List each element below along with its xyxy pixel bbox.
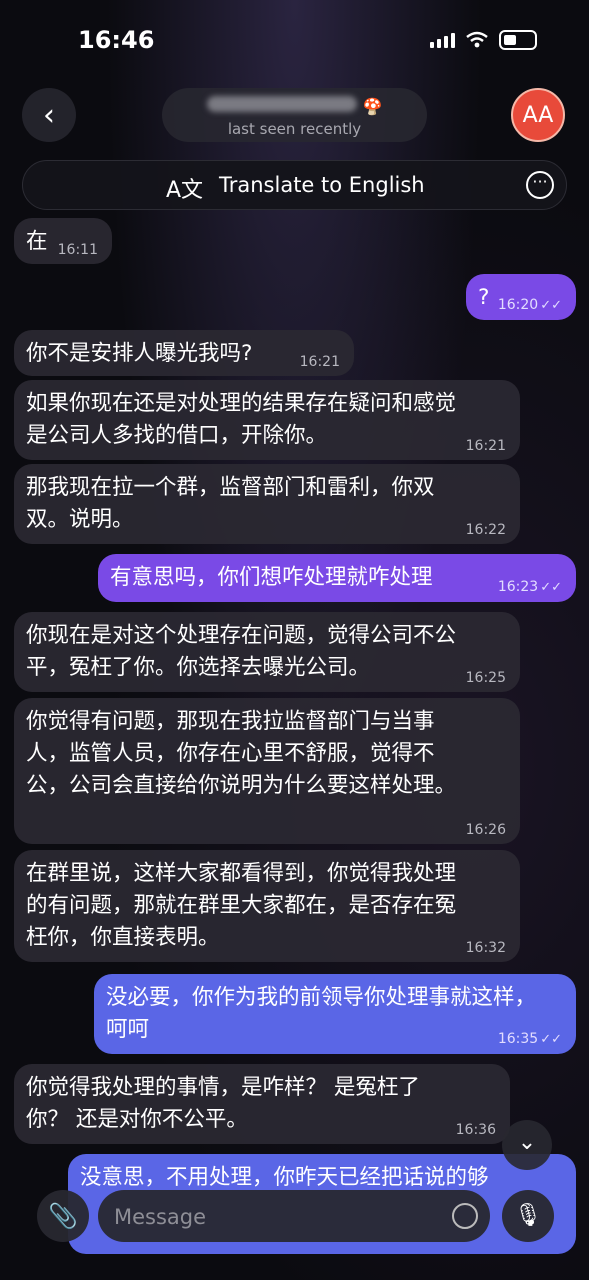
chevron-left-icon: ‹ <box>43 97 55 133</box>
message-time: 16:20 <box>497 297 539 313</box>
message-bubble[interactable]: 没必要，你作为我的前领导你处理事就这样，呵呵 16:35 ✓✓ <box>94 974 576 1054</box>
message-bubble[interactable]: ? 16:20 ✓✓ <box>466 274 576 320</box>
voice-message-button[interactable]: 🎙 <box>502 1190 554 1242</box>
battery-icon <box>499 30 537 50</box>
message-time: 16:36 <box>455 1122 496 1138</box>
status-icons <box>430 30 537 50</box>
message-text: 在 <box>26 229 48 254</box>
cellular-signal-icon <box>430 32 455 48</box>
message-input[interactable] <box>112 1202 436 1232</box>
message-text: 那我现在拉一个群，监督部门和雷利，你双双。说明。 <box>26 475 435 532</box>
scroll-down-button[interactable]: ⌄ <box>502 1120 552 1170</box>
message-time: 16:11 <box>57 242 98 258</box>
message-composer: 📎 🎙 <box>0 1180 589 1280</box>
message-bubble[interactable]: 如果你现在还是对处理的结果存在疑问和感觉是公司人多找的借口，开除你。 16:21 <box>14 380 520 460</box>
message-bubble[interactable]: 你不是安排人曝光我吗? 16:21 <box>14 330 354 376</box>
message-text: ? <box>478 285 490 310</box>
message-input-container[interactable] <box>98 1190 490 1242</box>
last-seen-status: last seen recently <box>227 120 362 138</box>
back-button[interactable]: ‹ <box>22 88 76 142</box>
message-text: 你觉得我处理的事情，是咋样？ 是冤枉了你？ 还是对你不公平。 <box>26 1075 420 1132</box>
message-text: 你不是安排人曝光我吗? <box>26 341 253 366</box>
message-bubble[interactable]: 在群里说，这样大家都看得到，你觉得我处理的有问题，那就在群里大家都在，是否存在冤… <box>14 850 520 962</box>
message-text: 有意思吗，你们想咋处理就咋处理 <box>110 565 433 590</box>
message-bubble[interactable]: 在 16:11 <box>14 218 112 264</box>
more-options-icon[interactable]: ··· <box>526 171 554 199</box>
chat-title[interactable]: 🍄 last seen recently <box>162 88 427 142</box>
status-time: 16:46 <box>78 26 155 54</box>
message-bubble[interactable]: 有意思吗，你们想咋处理就咋处理 16:23 ✓✓ <box>98 554 576 602</box>
read-check-icon: ✓✓ <box>540 580 562 595</box>
message-bubble[interactable]: 你觉得我处理的事情，是咋样？ 是冤枉了你？ 还是对你不公平。 16:36 <box>14 1064 510 1144</box>
message-time: 16:21 <box>465 438 506 454</box>
message-bubble[interactable]: 那我现在拉一个群，监督部门和雷利，你双双。说明。 16:22 <box>14 464 520 544</box>
message-time: 16:21 <box>299 354 340 370</box>
message-text: 如果你现在还是对处理的结果存在疑问和感觉是公司人多找的借口，开除你。 <box>26 391 457 448</box>
message-time: 16:26 <box>465 822 506 838</box>
sticker-icon[interactable] <box>452 1203 478 1229</box>
chat-header: ‹ 🍄 last seen recently AA <box>0 88 589 148</box>
attach-button[interactable]: 📎 <box>37 1190 89 1242</box>
mushroom-icon: 🍄 <box>362 97 383 116</box>
message-text: 你现在是对这个处理存在问题，觉得公司不公平，冤枉了你。你选择去曝光公司。 <box>26 623 457 680</box>
read-check-icon: ✓✓ <box>540 1032 562 1047</box>
translate-icon: A文 <box>166 178 204 203</box>
message-time: 16:25 <box>465 670 506 686</box>
status-bar: 16:46 <box>0 0 589 80</box>
microphone-icon: 🎙 <box>514 1203 542 1228</box>
message-time: 16:22 <box>465 522 506 538</box>
message-bubble[interactable]: 你觉得有问题，那现在我拉监督部门与当事人，监管人员，你存在心里不舒服，觉得不公，… <box>14 698 520 844</box>
chevron-down-icon: ⌄ <box>517 1130 537 1155</box>
read-check-icon: ✓✓ <box>540 298 562 313</box>
paperclip-icon: 📎 <box>48 1202 78 1230</box>
translate-label: Translate to English <box>219 173 425 197</box>
message-bubble[interactable]: 你现在是对这个处理存在问题，觉得公司不公平，冤枉了你。你选择去曝光公司。 16:… <box>14 612 520 692</box>
contact-avatar[interactable]: AA <box>511 88 565 142</box>
message-text: 你觉得有问题，那现在我拉监督部门与当事人，监管人员，你存在心里不舒服，觉得不公，… <box>26 709 457 798</box>
message-time: 16:23 <box>497 579 539 595</box>
contact-name-redacted <box>206 96 357 112</box>
message-text: 在群里说，这样大家都看得到，你觉得我处理的有问题，那就在群里大家都在，是否存在冤… <box>26 861 457 950</box>
wifi-icon <box>466 31 488 48</box>
message-text: 没必要，你作为我的前领导你处理事就这样，呵呵 <box>106 985 537 1042</box>
message-time: 16:32 <box>465 940 506 956</box>
translate-bar[interactable]: A文 Translate to English ··· <box>22 160 567 210</box>
message-time: 16:35 <box>497 1031 539 1047</box>
